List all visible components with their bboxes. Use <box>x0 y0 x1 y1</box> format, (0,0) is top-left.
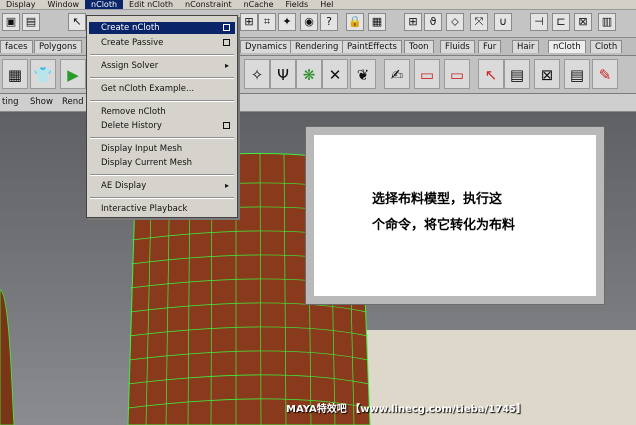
annotation-text: 选择布料模型，执行这 个命令，将它转化为布料 <box>372 187 572 239</box>
annotation-callout: 选择布料模型，执行这 个命令，将它转化为布料 <box>305 126 605 305</box>
select-icon[interactable]: ↖ <box>68 13 86 31</box>
tool-settings-icon[interactable]: ⊏ <box>552 13 570 31</box>
menu-item-label: Remove nCloth <box>101 107 166 117</box>
menu-item-label: Assign Solver <box>101 61 159 71</box>
tab-fluids[interactable]: Fluids <box>440 40 475 53</box>
menu-item-create-passive[interactable]: Create Passive <box>89 37 235 49</box>
magnet-icon[interactable]: ∪ <box>494 13 512 31</box>
annotation-body: 选择布料模型，执行这 个命令，将它转化为布料 <box>314 135 596 296</box>
menu-item-label: AE Display <box>101 181 147 191</box>
menu-edit-ncloth[interactable]: Edit nCloth <box>123 0 179 9</box>
menu-fields[interactable]: Fields <box>280 0 315 9</box>
menu-separator <box>90 77 234 79</box>
construction-icon[interactable]: ϑ <box>424 13 442 31</box>
tab-surfaces[interactable]: faces <box>0 40 33 53</box>
cloth-constraint-icon[interactable]: ✧ <box>244 59 270 89</box>
tab-hair[interactable]: Hair <box>512 40 540 53</box>
cursor-arrow-icon[interactable]: ↖ <box>478 59 504 89</box>
save-scene-icon[interactable]: ▤ <box>22 13 40 31</box>
menu-item-label: Interactive Playback <box>101 204 188 214</box>
tab-polygons[interactable]: Polygons <box>34 40 82 53</box>
film-strip-icon[interactable]: ▤ <box>504 59 530 89</box>
play-icon[interactable]: ▶ <box>60 59 86 89</box>
menu-item-display-current-mesh[interactable]: Display Current Mesh <box>89 157 235 169</box>
submenu-arrow-icon: ▸ <box>224 181 229 190</box>
lock-icon[interactable]: 🔒 <box>346 13 364 31</box>
tab-dynamics[interactable]: Dynamics <box>240 40 292 53</box>
cache-delete-icon[interactable]: ▭ <box>444 59 470 89</box>
menu-separator <box>90 174 234 176</box>
tab-cloth[interactable]: Cloth <box>590 40 623 53</box>
watermark: MAYA特效吧 【www.linecg.com/tieba/1745】 <box>286 404 527 415</box>
cache-create-icon[interactable]: ▭ <box>414 59 440 89</box>
history-icon[interactable]: ⊞ <box>404 13 422 31</box>
option-box-icon[interactable] <box>223 122 230 129</box>
menu-ncache[interactable]: nCache <box>238 0 280 9</box>
annotation-line-2: 个命令，将它转化为布料 <box>372 218 516 233</box>
snap-point-icon[interactable]: ✦ <box>278 13 296 31</box>
attach-strip-icon[interactable]: ▤ <box>564 59 590 89</box>
render-frame-icon[interactable]: ⬦ <box>446 13 464 31</box>
panel-menu-renderer[interactable]: Rend <box>62 97 84 107</box>
transform-icon[interactable]: ✕ <box>322 59 348 89</box>
menu-item-label: Delete History <box>101 121 162 131</box>
option-box-icon[interactable] <box>223 24 230 31</box>
tab-painteffects[interactable]: PaintEffects <box>342 40 402 53</box>
menu-item-label: Create nCloth <box>101 23 160 33</box>
pcw-icon[interactable]: ✎ <box>592 59 618 89</box>
field-icon[interactable]: ❋ <box>296 59 322 89</box>
tab-toon[interactable]: Toon <box>404 40 434 53</box>
menu-item-label: Create Passive <box>101 38 164 48</box>
ipr-icon[interactable]: ⤧ <box>470 13 488 31</box>
menu-item-assign-solver[interactable]: Assign Solver ▸ <box>89 60 235 72</box>
menu-item-label: Display Current Mesh <box>101 158 193 168</box>
open-scene-icon[interactable]: ▣ <box>2 13 20 31</box>
ncloth-dropdown-menu: Create nCloth Create Passive Assign Solv… <box>86 15 238 218</box>
menu-ncloth[interactable]: nCloth <box>85 0 124 9</box>
stretch-icon[interactable]: ❦ <box>350 59 376 89</box>
cloth-grid-icon[interactable]: ▦ <box>2 59 28 89</box>
menu-nconstraint[interactable]: nConstraint <box>179 0 238 9</box>
menu-item-ae-display[interactable]: AE Display ▸ <box>89 180 235 192</box>
attach-icon[interactable]: ⊠ <box>534 59 560 89</box>
menu-item-interactive-playback[interactable]: Interactive Playback <box>89 203 235 215</box>
menu-bar: Display Window nCloth Edit nCloth nConst… <box>0 0 636 10</box>
tab-rendering[interactable]: Rendering <box>290 40 344 53</box>
channel-box-icon[interactable]: ⊠ <box>574 13 592 31</box>
menu-help[interactable]: Hel <box>314 0 339 9</box>
option-box-icon[interactable] <box>223 39 230 46</box>
menu-item-label: Get nCloth Example... <box>101 84 195 94</box>
snap-curve-icon[interactable]: ⌗ <box>258 13 276 31</box>
input-ops-icon[interactable]: ▦ <box>368 13 386 31</box>
shirt-icon[interactable]: 👕 <box>30 59 56 89</box>
tab-fur[interactable]: Fur <box>478 40 502 53</box>
menu-separator <box>90 197 234 199</box>
panel-menu-shading[interactable]: ting <box>2 97 18 107</box>
submenu-arrow-icon: ▸ <box>224 61 229 70</box>
menu-item-label: Display Input Mesh <box>101 144 183 154</box>
pvs-icon[interactable]: ✍ <box>384 59 410 89</box>
tab-ncloth[interactable]: nCloth <box>548 40 586 53</box>
help-icon[interactable]: ? <box>320 13 338 31</box>
menu-separator <box>90 54 234 56</box>
annotation-line-1: 选择布料模型，执行这 <box>372 192 503 207</box>
attribute-editor-icon[interactable]: ⊣ <box>530 13 548 31</box>
menu-item-delete-history[interactable]: Delete History <box>89 120 235 132</box>
menu-item-display-input-mesh[interactable]: Display Input Mesh <box>89 143 235 155</box>
menu-item-get-ncloth-example[interactable]: Get nCloth Example... <box>89 83 235 95</box>
menu-display[interactable]: Display <box>0 0 42 9</box>
snap-grid-icon[interactable]: ⊞ <box>240 13 258 31</box>
panel-menu-show[interactable]: Show <box>30 97 53 107</box>
garment-icon[interactable]: Ψ <box>270 59 296 89</box>
menu-item-create-ncloth[interactable]: Create nCloth <box>89 22 235 34</box>
outliner-icon[interactable]: ▥ <box>598 13 616 31</box>
menu-window[interactable]: Window <box>42 0 86 9</box>
menu-separator <box>90 100 234 102</box>
menu-item-remove-ncloth[interactable]: Remove nCloth <box>89 106 235 118</box>
menu-separator <box>90 137 234 139</box>
render-globe-icon[interactable]: ◉ <box>300 13 318 31</box>
